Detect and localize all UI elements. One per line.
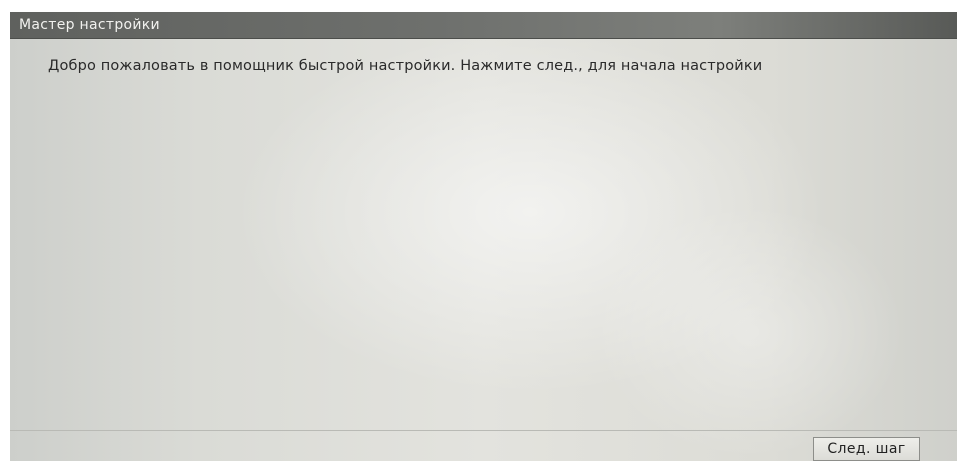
screen: Мастер настройки Добро пожаловать в помо… [0, 0, 957, 461]
next-step-button[interactable]: След. шаг [813, 437, 920, 461]
window-title: Мастер настройки [19, 17, 160, 33]
setup-wizard-window: Мастер настройки Добро пожаловать в помо… [10, 12, 957, 461]
footer-divider [10, 430, 957, 431]
title-bar: Мастер настройки [10, 12, 957, 39]
welcome-message: Добро пожаловать в помощник быстрой наст… [48, 58, 763, 74]
